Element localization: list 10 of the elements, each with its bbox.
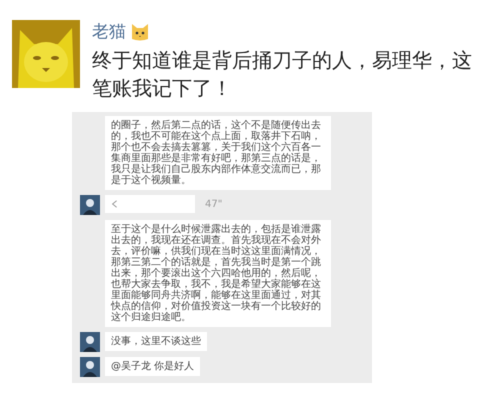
voice-duration: 47"	[205, 198, 222, 210]
author-name[interactable]: 老猫	[92, 20, 126, 43]
cat-face-icon	[130, 22, 150, 42]
post-text: 终于知道谁是背后捅刀子的人，易理华，这笔账我记下了！	[92, 47, 473, 102]
chat-message: 至于这个是什么时候泄露出去的，包括是谁泄露出去的，我现在还在调查。首先我现在不会对外去，评价嘛，供我们现在当时这这里面满情况，那第三第二个的话就是，首先我当时是第一个跳出来，那个要滚出这个六四哈他用的，然后呢，也帮大家去争取，我不，我是希望大家能够在这里面能够同舟共济啊，能够在这里面通过，对其快点的信仰，对价值投资这一块有一个比较好的这个归途归途吧。	[105, 220, 331, 327]
chat-message: 的圈子，然后第二点的话，这个不是随便传出去的，我也不可能在这个点上面，取落井下石呐，那个也不会去搞去篡篡，关于我们这个六百各一集商里面那些是非常有好吧，那第三点的话是，我只是让我们自己股东内部作体意交流而已，那是于这个视频量。	[105, 116, 331, 190]
chat-message: @吴子龙 你是好人	[105, 357, 200, 376]
chat-message: 没事，这里不谈这些	[105, 332, 207, 351]
voice-message[interactable]	[105, 195, 195, 213]
voice-icon	[111, 200, 119, 208]
